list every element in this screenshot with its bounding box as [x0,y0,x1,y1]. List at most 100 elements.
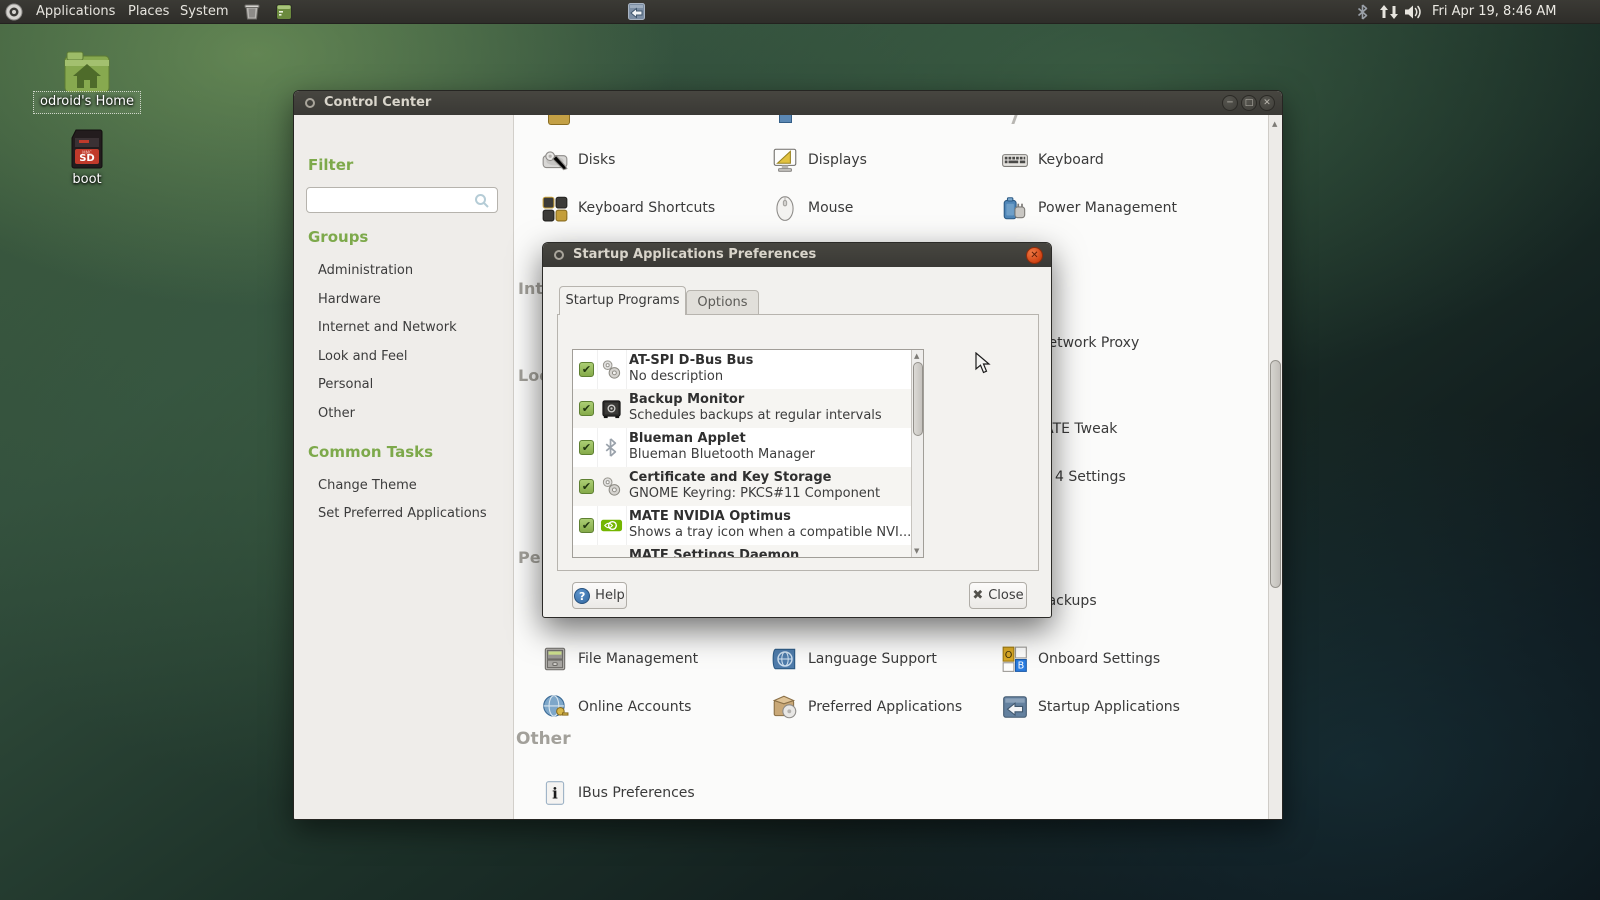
control-center-sidebar: Filter Groups Administration Hardware In… [294,115,514,819]
desktop-icon-boot-label[interactable]: boot [7,172,167,187]
cc-item-onboard-settings[interactable]: O B Onboard Settings [1001,645,1160,673]
tab-startup-programs[interactable]: Startup Programs [559,286,686,315]
cc-item-label: Mouse [808,200,854,216]
mouse-cursor [975,352,991,374]
checkbox-checked[interactable] [579,518,594,533]
mate-menu-icon[interactable] [5,3,23,21]
list-item-partial[interactable]: MATE Settings Daemon [573,545,923,558]
cc-item-displays[interactable]: Displays [771,146,867,174]
list-scrollbar-thumb[interactable] [913,362,923,436]
scroll-up-arrow[interactable]: ▲ [914,352,919,360]
cc-item-preferred-applications[interactable]: Preferred Applications [771,693,962,721]
close-button[interactable]: ✕ [1259,95,1275,111]
online-accounts-icon [543,695,569,717]
desktop-icon-home-label[interactable]: odroid's Home [7,94,167,109]
startup-programs-list[interactable]: AT-SPI D-Bus Bus No description Backup M… [572,349,924,558]
partial-icon [1011,115,1018,124]
sidebar-task-preferred-apps[interactable]: Set Preferred Applications [318,506,487,521]
scroll-up-arrow[interactable]: ▲ [1272,120,1277,128]
control-center-titlebar[interactable]: Control Center ─ □ ✕ [294,91,1282,115]
menu-applications[interactable]: Applications [30,0,121,24]
checkbox-checked[interactable] [579,479,594,494]
sidebar-item-lookfeel[interactable]: Look and Feel [318,349,408,364]
cc-item-label: File Management [578,651,699,667]
sidebar-item-personal[interactable]: Personal [318,377,373,392]
language-support-icon [772,648,796,670]
checkbox-checked[interactable] [579,401,594,416]
list-item[interactable]: AT-SPI D-Bus Bus No description [573,350,923,389]
partial-icon [548,115,570,125]
maximize-button[interactable]: □ [1241,95,1257,111]
cc-item-label: Displays [808,152,867,168]
dialog-title: Startup Applications Preferences [573,247,817,262]
cc-item-label: Preferred Applications [808,699,963,715]
window-scrollbar-thumb[interactable] [1270,360,1281,588]
sidebar-item-internet[interactable]: Internet and Network [318,320,457,335]
tab-options[interactable]: Options [686,290,759,315]
window-scrollbar[interactable]: ▲ [1268,115,1282,819]
cc-item-keyboard[interactable]: Keyboard [1001,146,1104,174]
cc-item-keyboard-shortcuts[interactable]: Keyboard Shortcuts [541,194,715,222]
disks-icon [542,151,568,171]
cc-item-file-management[interactable]: File Management [541,645,698,673]
sidebar-task-change-theme[interactable]: Change Theme [318,478,417,493]
close-dialog-button[interactable]: ✖ Close [969,582,1027,609]
cc-item-disks[interactable]: Disks [541,146,615,174]
dialog-titlebar[interactable]: Startup Applications Preferences ✕ [543,243,1051,267]
scroll-down-arrow[interactable]: ▼ [914,547,919,555]
cc-item-power-management[interactable]: Power Management [1001,194,1177,222]
cc-item-mouse[interactable]: Mouse [771,194,853,222]
startup-preferences-dialog: Startup Applications Preferences ✕ Start… [542,242,1052,618]
sidebar-item-administration[interactable]: Administration [318,263,413,278]
program-name: MATE Settings Daemon [629,548,800,558]
checkbox-checked[interactable] [579,362,594,377]
help-button[interactable]: ? Help [572,582,627,609]
cc-item-label: Power Management [1038,200,1178,216]
help-icon: ? [574,587,591,604]
search-icon [475,194,489,208]
cc-item-label: Language Support [808,651,937,667]
boot-sdcard-icon[interactable]: SD MMC [70,128,104,170]
cc-item-ibus-preferences[interactable]: i IBus Preferences [541,779,695,807]
cc-item-online-accounts[interactable]: Online Accounts [541,693,691,721]
filter-search-input[interactable] [306,187,498,213]
backup-safe-icon [602,400,621,419]
list-scrollbar[interactable]: ▲ ▼ [911,350,923,557]
panel-clock[interactable]: Fri Apr 19, 8:46 AM [1432,0,1556,24]
program-name: Backup Monitor [629,392,745,407]
mouse-icon [776,196,794,221]
common-tasks-heading: Common Tasks [308,443,434,461]
dialog-close-icon[interactable]: ✕ [1026,247,1043,264]
list-item[interactable]: MATE NVIDIA Optimus Shows a tray icon wh… [573,506,923,545]
list-item[interactable]: Backup Monitor Schedules backups at regu… [573,389,923,428]
filter-heading: Filter [308,156,354,174]
sidebar-item-hardware[interactable]: Hardware [318,292,381,307]
checkbox-checked[interactable] [579,557,594,558]
close-x-icon: ✖ [972,588,984,603]
displays-icon [773,148,797,172]
groups-heading: Groups [308,228,369,246]
window-icon [305,98,315,108]
menu-places[interactable]: Places [122,0,175,24]
cc-item-language-support[interactable]: Language Support [771,645,937,673]
other-group-heading: Other [516,729,571,749]
bluetooth-status-icon[interactable] [1357,4,1368,20]
home-folder-icon[interactable] [63,50,111,96]
list-item[interactable]: Blueman Applet Blueman Bluetooth Manager [573,428,923,467]
window-list-startup-icon[interactable] [628,3,645,20]
list-item[interactable]: Certificate and Key Storage GNOME Keyrin… [573,467,923,506]
program-desc: GNOME Keyring: PKCS#11 Component [629,486,881,501]
network-status-icon[interactable] [1379,5,1399,19]
checkbox-checked[interactable] [579,440,594,455]
sidebar-item-other[interactable]: Other [318,406,355,421]
cc-item-startup-applications[interactable]: Startup Applications [1001,693,1180,721]
volume-status-icon[interactable] [1404,4,1422,20]
minimize-button[interactable]: ─ [1222,95,1238,111]
svg-text:O: O [1005,650,1013,661]
terminal-launcher-icon[interactable] [275,3,293,21]
startup-applications-icon [1003,696,1027,718]
trash-launcher-icon[interactable] [243,3,261,21]
program-desc: No description [629,369,724,384]
file-management-icon [544,647,566,671]
menu-system[interactable]: System [174,0,234,24]
